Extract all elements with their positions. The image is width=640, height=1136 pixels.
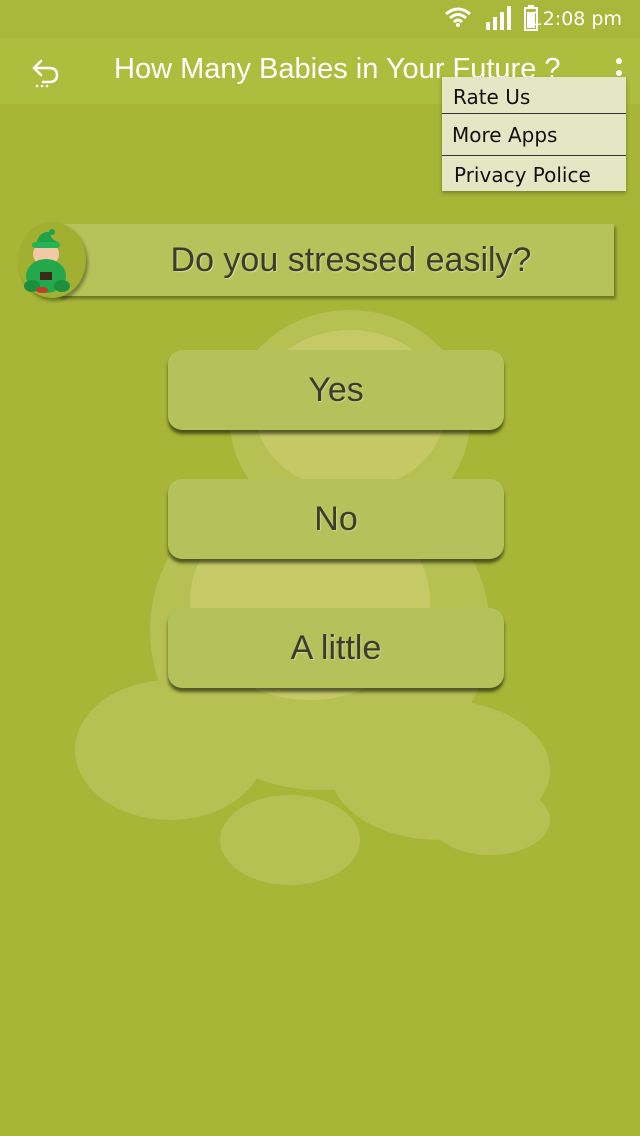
answer-yes-button[interactable]: Yes [168,350,504,430]
signal-icon [486,6,511,30]
more-vertical-icon [616,58,622,64]
menu-item-more-apps[interactable]: More Apps [452,123,636,147]
menu-item-privacy-police[interactable]: Privacy Police [454,163,638,187]
answer-no-button[interactable]: No [168,479,504,559]
wifi-icon [445,7,471,27]
status-time: 12:08 pm [530,8,622,30]
back-arrow-icon [32,59,59,88]
back-button[interactable] [26,52,66,92]
question-banner: Do you stressed easily? [58,224,614,296]
status-bar: 12:08 pm [0,0,640,38]
menu-item-rate-us[interactable]: Rate Us [453,85,637,109]
question-text: Do you stressed easily? [170,240,532,279]
menu-divider [442,113,626,114]
baby-avatar-image [24,229,70,293]
answer-a-little-button[interactable]: A little [168,608,504,688]
overflow-popup-menu: Rate Us More Apps Privacy Police [442,77,626,191]
menu-divider [442,155,626,156]
